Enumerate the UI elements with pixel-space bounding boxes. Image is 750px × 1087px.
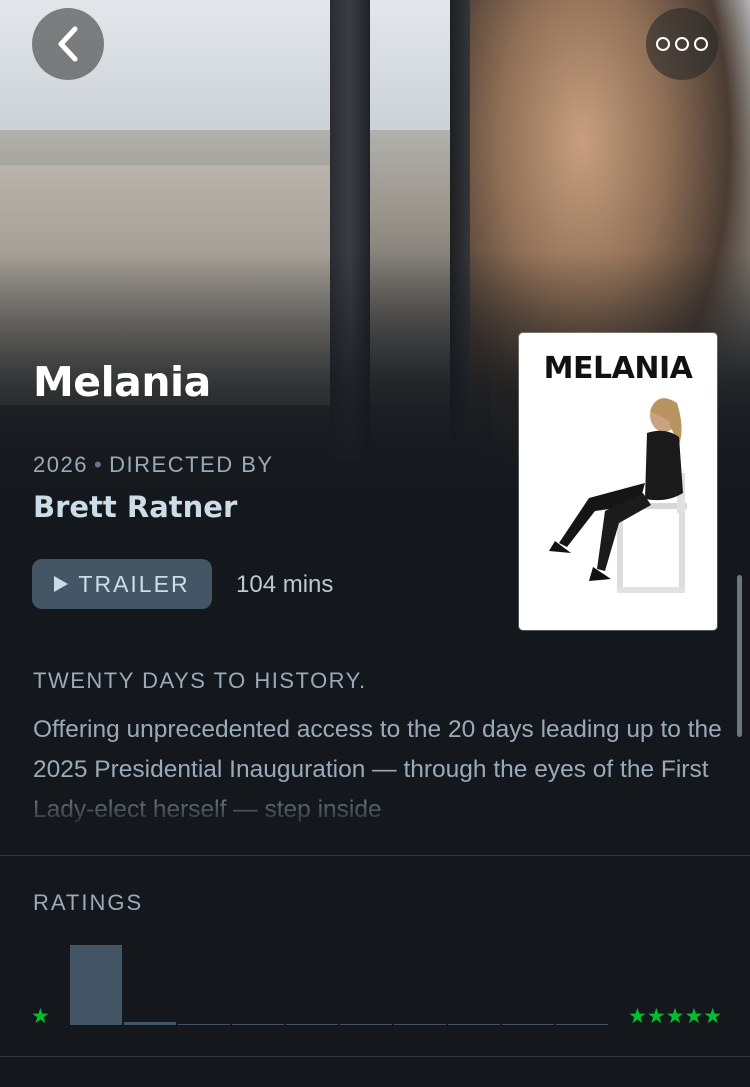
- runtime: 104 mins: [236, 571, 334, 598]
- ellipsis-icon: [656, 37, 670, 51]
- rating-bar-2[interactable]: [124, 1022, 176, 1025]
- directed-by-label: DIRECTED BY: [109, 452, 274, 477]
- play-icon: [54, 576, 69, 592]
- rating-bar-3[interactable]: [178, 1024, 230, 1025]
- ratings-histogram[interactable]: [70, 940, 610, 1025]
- poster-illustration: [549, 398, 687, 593]
- scrollbar[interactable]: [737, 575, 742, 737]
- rating-bar-5[interactable]: [286, 1024, 338, 1025]
- film-poster[interactable]: MELANIA: [519, 333, 717, 630]
- chevron-left-icon: [58, 26, 78, 62]
- trailer-label: TRAILER: [78, 570, 190, 597]
- ratings-heading: RATINGS: [33, 890, 144, 915]
- rating-bar-6[interactable]: [340, 1024, 392, 1025]
- more-options-button[interactable]: [646, 8, 718, 80]
- one-star-label: ★: [31, 1005, 50, 1028]
- rating-bar-7[interactable]: [394, 1024, 446, 1025]
- rating-bar-10[interactable]: [556, 1024, 608, 1025]
- section-divider: [0, 1056, 750, 1057]
- back-button[interactable]: [32, 8, 104, 80]
- film-meta: 2026 • DIRECTED BY: [33, 452, 274, 478]
- meta-separator: •: [93, 452, 104, 477]
- synopsis[interactable]: Offering unprecedented access to the 20 …: [33, 710, 723, 822]
- rating-bar-8[interactable]: [448, 1024, 500, 1025]
- film-title: Melania: [33, 358, 211, 406]
- ellipsis-icon: [694, 37, 708, 51]
- trailer-button[interactable]: TRAILER: [32, 559, 212, 609]
- release-year[interactable]: 2026: [33, 452, 88, 477]
- director-name[interactable]: Brett Ratner: [33, 490, 237, 524]
- rating-bar-1[interactable]: [70, 945, 122, 1025]
- section-divider: [0, 855, 750, 856]
- tagline: TWENTY DAYS TO HISTORY.: [33, 668, 367, 693]
- five-star-label: ★★★★★: [628, 1005, 723, 1028]
- rating-bar-4[interactable]: [232, 1024, 284, 1025]
- ellipsis-icon: [675, 37, 689, 51]
- rating-bar-9[interactable]: [502, 1024, 554, 1025]
